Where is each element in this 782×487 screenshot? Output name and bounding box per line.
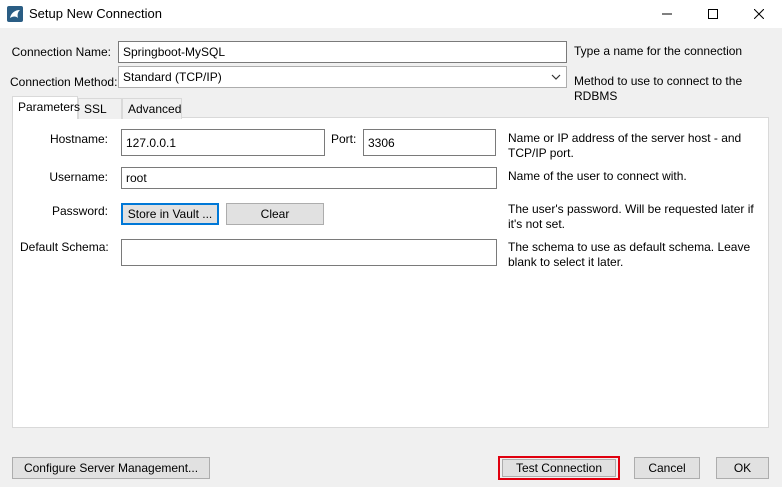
- ok-button[interactable]: OK: [716, 457, 769, 479]
- connection-name-hint: Type a name for the connection: [574, 44, 743, 58]
- store-in-vault-button[interactable]: Store in Vault ...: [121, 203, 219, 225]
- username-hint: Name of the user to connect with.: [508, 169, 687, 183]
- connection-method-hint: Method to use to connect to the RDBMS: [574, 74, 743, 103]
- cancel-button[interactable]: Cancel: [634, 457, 700, 479]
- port-input[interactable]: 3306: [363, 129, 496, 156]
- connection-method-select[interactable]: Standard (TCP/IP): [118, 66, 567, 88]
- port-label: Port:: [331, 132, 357, 146]
- close-icon: [754, 9, 764, 19]
- configure-server-management-button[interactable]: Configure Server Management...: [12, 457, 210, 479]
- window-title: Setup New Connection: [29, 6, 162, 21]
- minimize-icon: [662, 13, 672, 15]
- connection-method-label: Connection Method:: [10, 75, 118, 89]
- clear-password-button[interactable]: Clear: [226, 203, 324, 225]
- hostname-input[interactable]: 127.0.0.1: [121, 129, 325, 156]
- maximize-icon: [708, 9, 718, 19]
- mysql-dolphin-icon: [7, 6, 23, 22]
- tab-advanced[interactable]: Advanced: [122, 98, 182, 119]
- default-schema-hint: The schema to use as default schema. Lea…: [508, 240, 751, 269]
- password-label: Password:: [51, 204, 108, 218]
- chevron-down-icon: [551, 71, 561, 85]
- hostname-label: Hostname:: [49, 132, 108, 146]
- username-input[interactable]: root: [121, 167, 497, 189]
- host-port-hint: Name or IP address of the server host - …: [508, 131, 742, 160]
- connection-name-label: Connection Name:: [11, 45, 111, 59]
- default-schema-input[interactable]: [121, 239, 497, 266]
- username-label: Username:: [49, 170, 108, 184]
- connection-name-input[interactable]: Springboot-MySQL: [118, 41, 567, 63]
- maximize-button[interactable]: [690, 0, 736, 28]
- default-schema-label: Default Schema:: [20, 240, 109, 254]
- minimize-button[interactable]: [644, 0, 690, 28]
- tab-ssl[interactable]: SSL: [78, 98, 122, 119]
- tab-panel: [12, 117, 769, 428]
- connection-method-value: Standard (TCP/IP): [123, 70, 222, 84]
- close-button[interactable]: [736, 0, 782, 28]
- password-hint: The user's password. Will be requested l…: [508, 202, 754, 231]
- test-connection-button[interactable]: Test Connection: [502, 459, 616, 477]
- tab-parameters[interactable]: Parameters: [12, 96, 80, 119]
